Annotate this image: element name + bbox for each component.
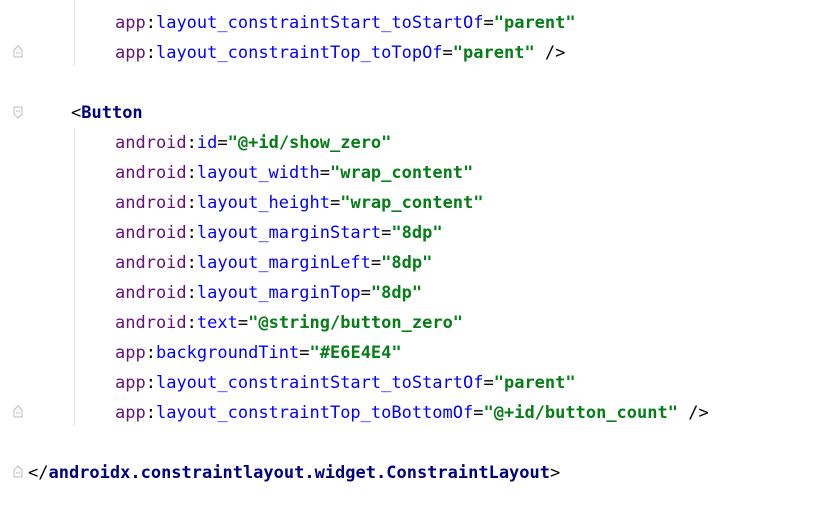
equals-sign: = (237, 313, 249, 333)
equals-sign: = (381, 223, 392, 243)
attr-namespace: app (115, 43, 146, 63)
code-line[interactable]: android:layout_width="wrap_content" (115, 158, 473, 188)
attr-value: "@string/button_zero" (248, 313, 464, 333)
attr-namespace: android (115, 163, 187, 183)
equals-sign: = (473, 403, 484, 423)
namespace-separator: : (186, 253, 197, 273)
fold-end-icon[interactable] (13, 465, 23, 478)
attr-value: "wrap_content" (340, 193, 484, 213)
namespace-separator: : (186, 193, 197, 213)
code-line[interactable]: android:layout_marginTop="8dp" (115, 278, 422, 308)
namespace-separator: : (186, 313, 197, 333)
equals-sign: = (217, 133, 228, 153)
code-line[interactable]: android:layout_height="wrap_content" (115, 188, 484, 218)
code-line[interactable]: <Button (71, 98, 143, 128)
namespace-separator: : (145, 403, 156, 423)
attr-namespace: android (115, 283, 187, 303)
attr-namespace: android (115, 313, 187, 333)
attr-value: "8dp" (391, 223, 443, 243)
namespace-separator: : (186, 163, 197, 183)
attr-name: backgroundTint (155, 343, 300, 363)
code-line[interactable]: android:layout_marginLeft="8dp" (115, 248, 432, 278)
namespace-separator: : (186, 283, 197, 303)
attr-value: "@+id/show_zero" (227, 133, 392, 153)
fold-end-icon[interactable] (13, 405, 23, 418)
attr-namespace: android (115, 133, 187, 153)
equals-sign: = (370, 253, 382, 273)
attr-namespace: android (115, 223, 187, 243)
namespace-separator: : (145, 343, 156, 363)
attr-namespace: android (115, 253, 187, 273)
indent-guide (74, 128, 75, 426)
code-line[interactable]: app:layout_constraintTop_toTopOf="parent… (115, 38, 565, 68)
attr-name: layout_marginLeft (196, 253, 371, 273)
attr-namespace: app (115, 403, 146, 423)
namespace-separator: : (145, 373, 156, 393)
attr-value: "wrap_content" (329, 163, 474, 183)
equals-sign: = (329, 193, 341, 213)
attr-value: "8dp" (370, 283, 423, 303)
close-bracket: </ (28, 463, 49, 483)
equals-sign: = (319, 163, 330, 183)
namespace-separator: : (186, 133, 197, 153)
fold-end-icon[interactable] (13, 45, 23, 58)
attr-name: layout_height (196, 193, 330, 213)
attr-namespace: app (115, 343, 146, 363)
attr-namespace: app (115, 13, 146, 33)
attr-name: layout_marginTop (196, 283, 361, 303)
namespace-separator: : (186, 223, 197, 243)
attr-name: layout_marginStart (196, 223, 382, 243)
equals-sign: = (442, 43, 453, 63)
attr-value: "parent" (493, 13, 576, 33)
attr-value: "8dp" (381, 253, 433, 273)
equals-sign: = (299, 343, 310, 363)
attr-value: "parent" (493, 373, 576, 393)
namespace-separator: : (145, 13, 156, 33)
end-bracket: > (550, 463, 561, 483)
self-closing-tag: /> (534, 43, 566, 63)
code-line[interactable]: app:layout_constraintTop_toBottomOf="@+i… (115, 398, 709, 428)
attr-name: text (196, 313, 238, 333)
attr-value: "parent" (452, 43, 535, 63)
open-bracket: < (71, 103, 82, 123)
attr-name: layout_constraintStart_toStartOf (155, 373, 484, 393)
tag-name: Button (81, 103, 143, 123)
fold-start-icon[interactable] (13, 106, 23, 119)
attr-value: "#E6E4E4" (309, 343, 402, 363)
code-line[interactable]: app:backgroundTint="#E6E4E4" (115, 338, 402, 368)
code-editor[interactable]: app:layout_constraintStart_toStartOf="pa… (0, 0, 814, 508)
attr-namespace: app (115, 373, 146, 393)
attr-namespace: android (115, 193, 187, 213)
namespace-separator: : (145, 43, 156, 63)
attr-name: layout_width (196, 163, 320, 183)
code-line[interactable]: android:text="@string/button_zero" (115, 308, 463, 338)
equals-sign: = (483, 13, 494, 33)
attr-name: layout_constraintTop_toBottomOf (155, 403, 474, 423)
attr-value: "@+id/button_count" (483, 403, 678, 423)
equals-sign: = (360, 283, 371, 303)
code-line[interactable]: android:id="@+id/show_zero" (115, 128, 391, 158)
attr-name: id (196, 133, 218, 153)
tag-name: androidx.constraintlayout.widget.Constra… (48, 463, 550, 483)
indent-guide (74, 0, 75, 66)
code-line[interactable]: app:layout_constraintStart_toStartOf="pa… (115, 8, 576, 38)
equals-sign: = (483, 373, 494, 393)
editor-gutter (0, 0, 28, 508)
self-closing-tag: /> (677, 403, 709, 423)
code-line[interactable]: </androidx.constraintlayout.widget.Const… (28, 458, 560, 488)
attr-name: layout_constraintStart_toStartOf (155, 13, 484, 33)
code-line[interactable]: app:layout_constraintStart_toStartOf="pa… (115, 368, 576, 398)
attr-name: layout_constraintTop_toTopOf (155, 43, 443, 63)
code-line[interactable]: android:layout_marginStart="8dp" (115, 218, 443, 248)
